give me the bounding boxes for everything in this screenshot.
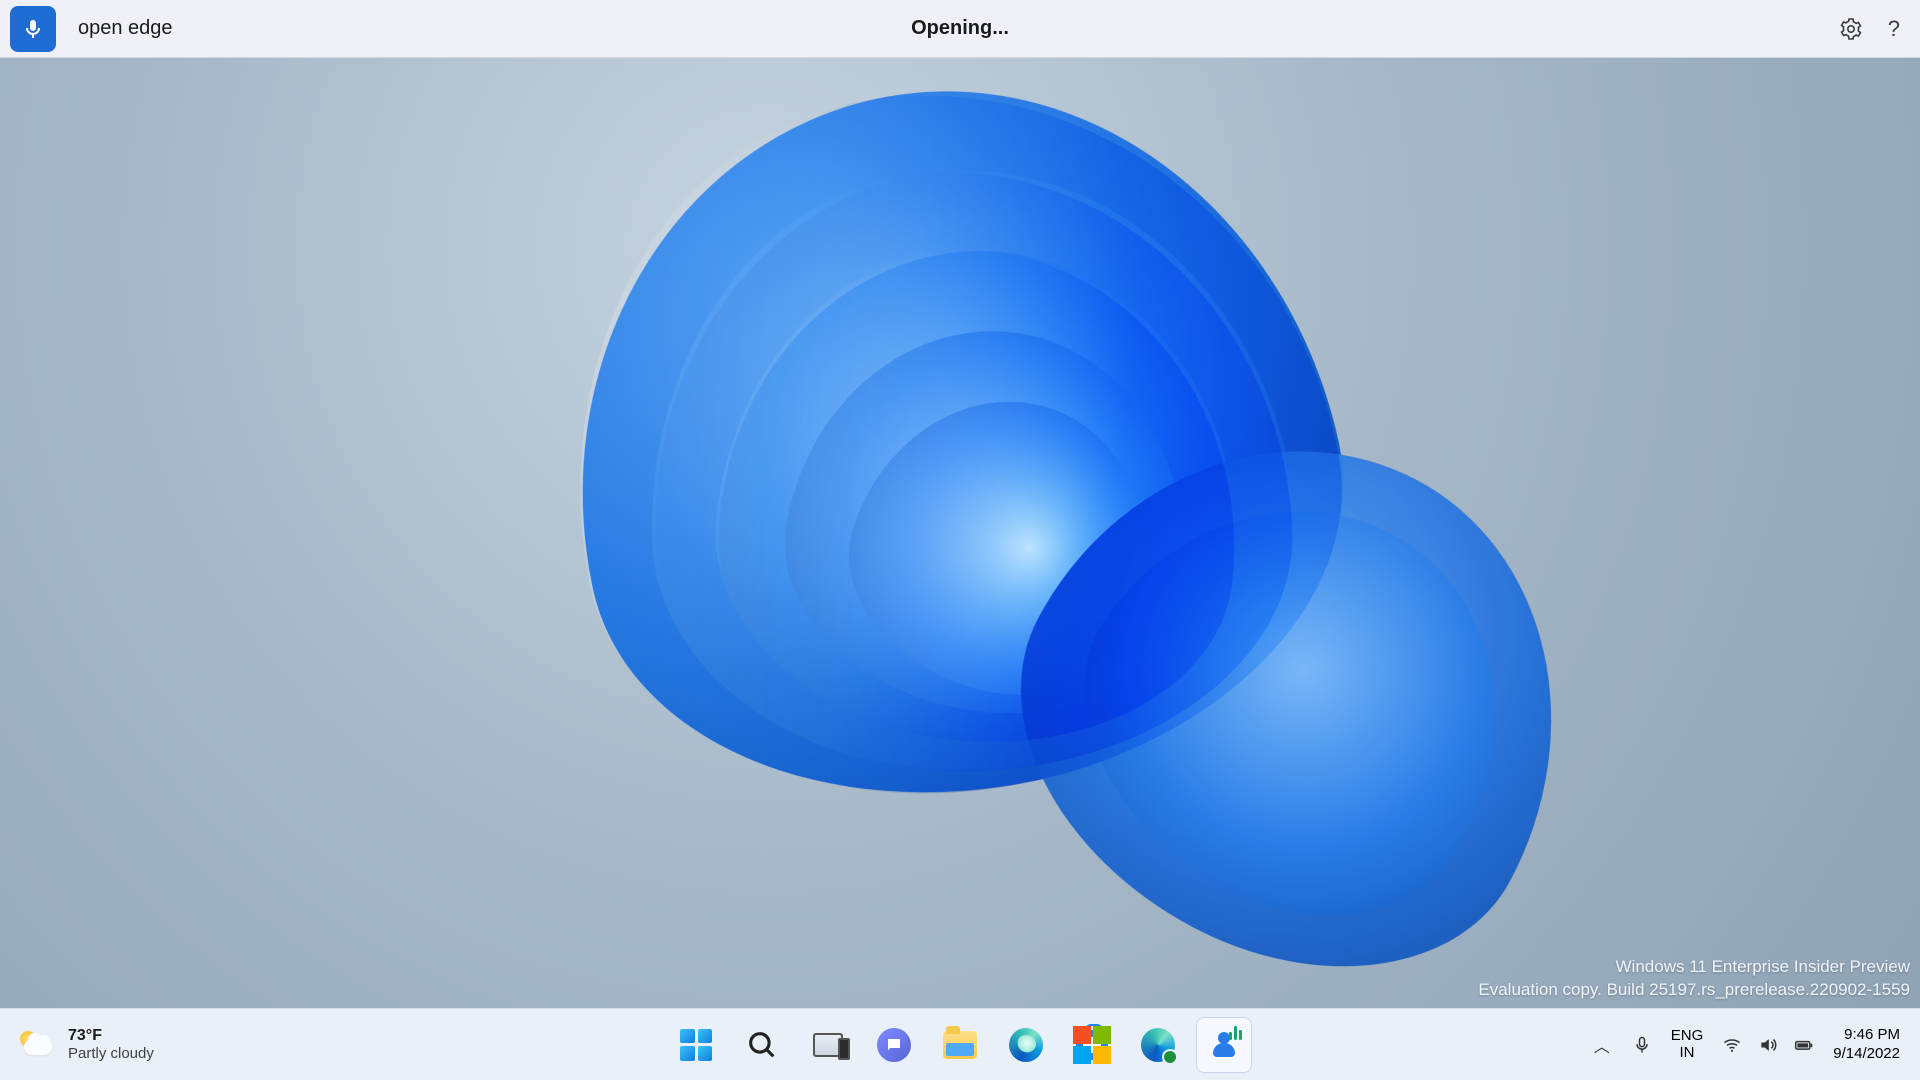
search-button[interactable]: [734, 1017, 790, 1073]
chevron-up-icon: ︿: [1594, 1033, 1610, 1057]
language-region: IN: [1671, 1045, 1704, 1062]
language-indicator[interactable]: ENG IN: [1671, 1028, 1704, 1061]
tray-microphone-indicator[interactable]: [1631, 1034, 1653, 1056]
voice-settings-button[interactable]: [1838, 16, 1864, 42]
weather-condition: Partly cloudy: [68, 1045, 154, 1063]
quick-settings-button[interactable]: [1721, 1034, 1815, 1056]
taskbar: 73°F Partly cloudy: [0, 1008, 1920, 1080]
task-view-button[interactable]: [800, 1017, 856, 1073]
insider-watermark: Windows 11 Enterprise Insider Preview Ev…: [1478, 956, 1910, 1002]
edge-button[interactable]: [998, 1017, 1054, 1073]
system-tray: ︿ ENG IN 9:46 PM 9/14/2022: [1591, 1026, 1920, 1064]
edge-dev-icon: [1141, 1028, 1175, 1062]
battery-icon: [1793, 1034, 1815, 1056]
taskbar-center: [668, 1017, 1252, 1073]
gear-icon: [1839, 17, 1863, 41]
microphone-icon: [21, 17, 45, 41]
wifi-icon: [1721, 1034, 1743, 1056]
voice-access-taskbar-button[interactable]: [1196, 1017, 1252, 1073]
microphone-small-icon: [1632, 1035, 1652, 1055]
watermark-line-2: Evaluation copy. Build 25197.rs_prerelea…: [1478, 979, 1910, 1002]
edge-dev-button[interactable]: [1130, 1017, 1186, 1073]
folder-icon: [943, 1031, 977, 1059]
clock-time: 9:46 PM: [1833, 1026, 1900, 1045]
language-code: ENG: [1671, 1028, 1704, 1045]
clock-button[interactable]: 9:46 PM 9/14/2022: [1833, 1026, 1900, 1064]
voice-help-button[interactable]: ?: [1888, 16, 1900, 42]
watermark-line-1: Windows 11 Enterprise Insider Preview: [1478, 956, 1910, 979]
search-icon: [745, 1028, 779, 1062]
desktop-wallpaper[interactable]: Windows 11 Enterprise Insider Preview Ev…: [0, 58, 1920, 1008]
task-view-icon: [813, 1033, 843, 1057]
weather-widget[interactable]: 73°F Partly cloudy: [0, 1026, 154, 1063]
weather-icon: [18, 1027, 54, 1063]
voice-command-text: open edge: [78, 17, 173, 40]
voice-access-bars-icon: [1229, 1026, 1242, 1040]
voice-access-bar: open edge Opening... ?: [0, 0, 1920, 58]
windows-logo-icon: [680, 1029, 712, 1061]
store-windows-glyph: [1073, 1026, 1111, 1064]
edge-icon: [1009, 1028, 1043, 1062]
tray-overflow-button[interactable]: ︿: [1591, 1034, 1613, 1056]
microphone-toggle-button[interactable]: [10, 6, 56, 52]
chat-icon: [877, 1028, 911, 1062]
voice-status-text: Opening...: [911, 17, 1009, 40]
microsoft-store-button[interactable]: [1064, 1017, 1120, 1073]
volume-icon: [1757, 1034, 1779, 1056]
file-explorer-button[interactable]: [932, 1017, 988, 1073]
clock-date: 9/14/2022: [1833, 1045, 1900, 1064]
wallpaper-bloom-graphic: [310, 58, 1610, 1008]
weather-temperature: 73°F: [68, 1026, 154, 1045]
help-icon: ?: [1888, 16, 1900, 41]
chat-button[interactable]: [866, 1017, 922, 1073]
start-button[interactable]: [668, 1017, 724, 1073]
